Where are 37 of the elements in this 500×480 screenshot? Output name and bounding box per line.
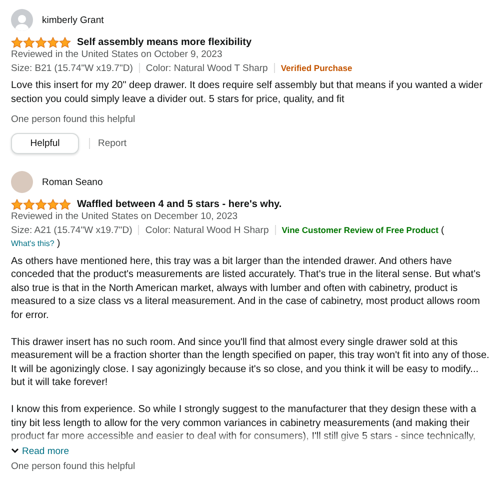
review-text: I know this from experience. So while I strongly suggest to the manufacturer that they design these with a tiny bit less length to allow for the very common variances in cabinetry measurements (and making their product far more accessible and easier to deal with for consumers), I'll still give 5 stars - since technically, [11, 403, 478, 444]
read-more-link[interactable]: Read more [11, 446, 69, 456]
star-icon [47, 37, 59, 48]
review-text: This drawer insert has no such room. And since you'll find that almost every single drawer sold at this measurement will be a fraction shorter than the length specified on paper, this tray won't fit into any of those. It will be agonizingly close. I say agonizingly because it's so close, and you think it will be easy to modify... but it will take forever! [11, 336, 490, 390]
review-title[interactable]: Self assembly means more flexibility [77, 37, 252, 48]
color-label: Color: Natural Wood T Sharp [146, 62, 268, 74]
star-icon [59, 37, 71, 48]
size-label: Size: B21 (15.74"W x19.7"D) [11, 62, 133, 74]
star-icon [23, 199, 35, 210]
star-icon [35, 199, 47, 210]
whats-this-link[interactable]: What's this? [11, 239, 54, 248]
star-icon [35, 37, 47, 48]
review-date: Reviewed in the United States on October 9, 2023 [11, 48, 224, 62]
review-title[interactable]: Waffled between 4 and 5 stars - here's why. [77, 199, 282, 210]
reviewer-name[interactable]: Roman Seano [42, 176, 103, 188]
verified-purchase-label: Verified Purchase [280, 62, 352, 72]
star-icon [23, 37, 35, 48]
review-text: Love this insert for my 20" deep drawer. It does require self assembly but that means if you wanted a wider section you could simply leave a divider out. 5 stars for price, quality, and fit [11, 79, 484, 106]
avatar-icon [11, 9, 33, 31]
review-text: As others have mentioned here, this tray was a bit larger than the intended drawer. And others have conceded that the product's measurements are listed accurately. That's true in the literal sense. But what's also true is that in the North American market, always with lumber and often with cabinetry, product is measured to a size class vs a literal measurement. And in the case of cabinetry, most product allows room for error. [11, 254, 482, 322]
vine-review-label: Vine Customer Review of Free Product [282, 224, 438, 234]
parenthesis: ) [56, 238, 60, 249]
helpful-count: One person found this helpful [11, 460, 136, 472]
color-label: Color: Natural Wood H Sharp [145, 224, 269, 236]
size-label: Size: A21 (15.74"W x19.7"D) [11, 224, 132, 236]
reviewer-name[interactable]: kimberly Grant [42, 14, 104, 26]
chevron-down-icon [11, 448, 19, 454]
star-icon [11, 199, 23, 210]
helpful-count: One person found this helpful [11, 114, 136, 125]
star-icon [59, 199, 71, 210]
parenthesis: ( [441, 224, 444, 236]
star-icon [47, 199, 59, 210]
review-date: Reviewed in the United States on December 10, 2023 [11, 210, 239, 224]
photo-placeholder [11, 171, 33, 193]
helpful-button[interactable]: Helpful [11, 133, 79, 154]
star-icon [11, 37, 23, 48]
report-link[interactable]: Report [89, 138, 127, 149]
